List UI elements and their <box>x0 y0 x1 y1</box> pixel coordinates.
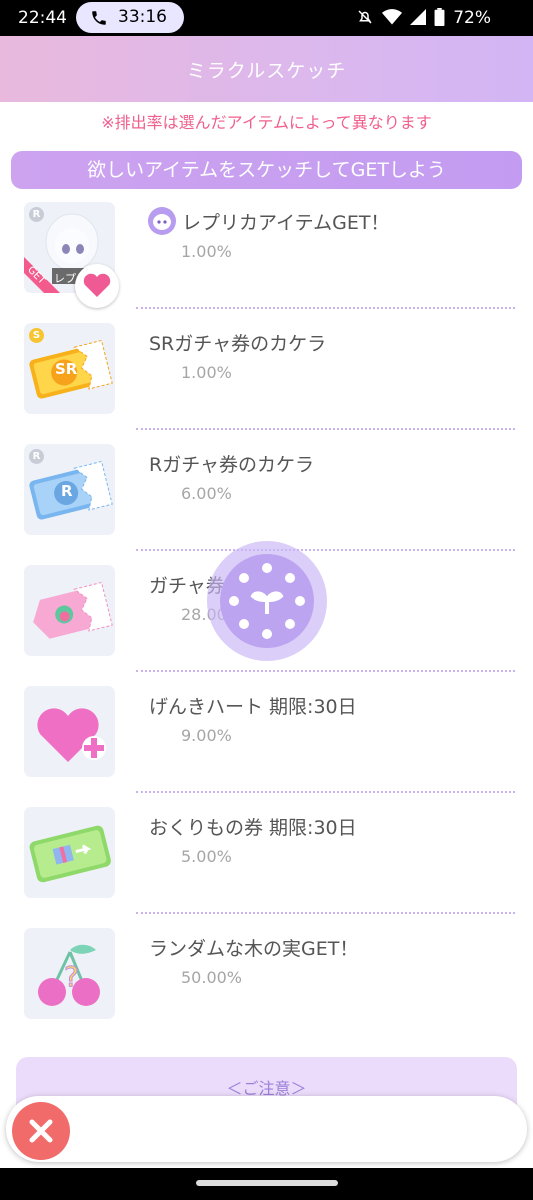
gacha-ticket-piece-icon <box>24 565 115 656</box>
item-name: ランダムな木の実GET！ <box>149 938 359 960</box>
list-item[interactable]: おくりもの券 期限:30日 5.00% <box>0 807 533 928</box>
heart-plus-icon <box>24 686 115 777</box>
favorite-heart-icon[interactable] <box>75 264 119 308</box>
close-button[interactable] <box>12 1102 70 1160</box>
divider <box>136 307 515 309</box>
item-name: げんきハート 期限:30日 <box>149 696 357 718</box>
list-item[interactable]: R GET レプリ レプリカアイテムGET！ 1.00% <box>0 202 533 323</box>
divider <box>136 428 515 430</box>
divider <box>136 912 515 914</box>
item-rate: 1.00% <box>181 363 232 382</box>
status-bar: 22:44 33:16 72% <box>0 0 533 36</box>
gift-ticket-icon <box>24 807 115 898</box>
replica-face-icon <box>148 207 176 235</box>
system-nav-bar <box>0 1168 533 1200</box>
battery-percent: 72% <box>453 8 491 28</box>
r-ticket-piece-icon: R R <box>24 444 115 535</box>
instruction-banner: 欲しいアイテムをスケッチしてGETしよう <box>11 151 522 189</box>
rarity-badge: R <box>29 449 44 464</box>
item-rate: 5.00% <box>181 847 232 866</box>
page-title: ミラクルスケッチ <box>186 60 347 82</box>
battery-icon <box>434 8 445 26</box>
rarity-badge: R <box>29 207 44 222</box>
wifi-icon <box>382 9 402 25</box>
item-name: SRガチャ券のカケラ <box>149 333 327 355</box>
list-item[interactable]: げんきハート 期限:30日 9.00% <box>0 686 533 807</box>
list-item[interactable]: ? ランダムな木の実GET！ 50.00% <box>0 928 533 1049</box>
item-name: Rガチャ券のカケラ <box>149 454 315 476</box>
loading-clock-icon <box>207 541 327 661</box>
item-rate: 6.00% <box>181 484 232 503</box>
ongoing-call-chip[interactable]: 33:16 <box>76 2 184 33</box>
mystery-cherry-icon: ? <box>24 928 115 1019</box>
app-header: ミラクルスケッチ <box>0 36 533 102</box>
signal-icon <box>410 9 426 25</box>
divider <box>136 549 515 551</box>
call-duration: 33:16 <box>118 7 167 27</box>
sr-ticket-piece-icon: S SR <box>24 323 115 414</box>
svg-text:?: ? <box>64 960 79 993</box>
ticket-label: R <box>61 482 73 500</box>
bottom-action-bar <box>6 1096 527 1162</box>
item-name: レプリカアイテムGET！ <box>182 212 390 234</box>
item-rate: 9.00% <box>181 726 232 745</box>
status-time: 22:44 <box>18 8 67 28</box>
rate-notice: ※排出率は選んだアイテムによって異なります <box>101 113 432 132</box>
rarity-badge: S <box>29 328 44 343</box>
divider <box>136 791 515 793</box>
ticket-label: SR <box>55 360 78 378</box>
item-rate: 1.00% <box>181 242 232 261</box>
mute-icon <box>358 10 372 24</box>
phone-icon <box>92 11 106 25</box>
close-icon <box>29 1119 53 1143</box>
home-gesture-handle[interactable] <box>196 1180 338 1186</box>
item-rate: 50.00% <box>181 968 243 987</box>
divider <box>136 670 515 672</box>
item-name: おくりもの券 期限:30日 <box>149 817 357 839</box>
list-item[interactable]: S SR SRガチャ券のカケラ 1.00% <box>0 323 533 444</box>
